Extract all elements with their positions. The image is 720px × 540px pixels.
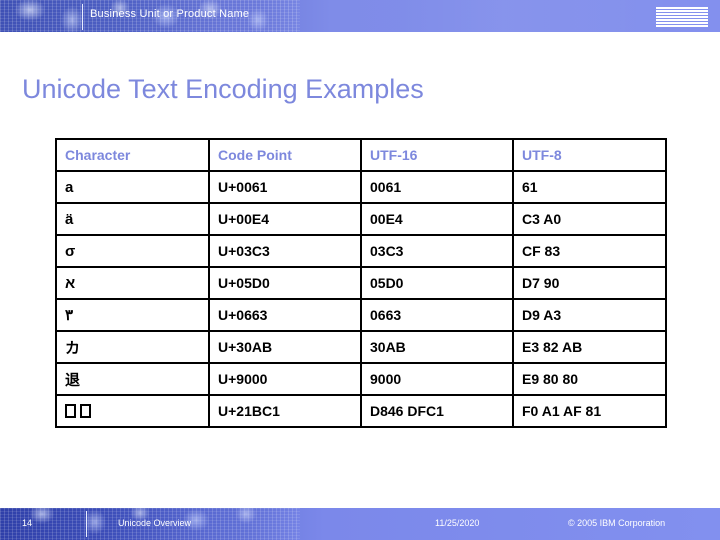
cell-character: a bbox=[55, 170, 210, 204]
cell-utf16: 03C3 bbox=[360, 234, 514, 268]
cell-code-point: U+00E4 bbox=[208, 202, 362, 236]
ibm-logo-icon bbox=[656, 7, 708, 27]
cell-utf8: CF 83 bbox=[512, 234, 667, 268]
table-row: ä U+00E4 00E4 C3 A0 bbox=[55, 202, 667, 236]
table-row: א U+05D0 05D0 D7 90 bbox=[55, 266, 667, 300]
cell-character: カ bbox=[55, 330, 210, 364]
column-header-character: Character bbox=[55, 138, 210, 172]
cell-utf8: E9 80 80 bbox=[512, 362, 667, 396]
cell-character: ٣ bbox=[55, 298, 210, 332]
table-row: ٣ U+0663 0663 D9 A3 bbox=[55, 298, 667, 332]
cell-utf16: 0061 bbox=[360, 170, 514, 204]
cell-utf16: 0663 bbox=[360, 298, 514, 332]
table-row: カ U+30AB 30AB E3 82 AB bbox=[55, 330, 667, 364]
cell-utf8: D7 90 bbox=[512, 266, 667, 300]
cell-utf8: C3 A0 bbox=[512, 202, 667, 236]
cell-character-missing-glyph bbox=[55, 394, 210, 428]
table-row: 退 U+9000 9000 E9 80 80 bbox=[55, 362, 667, 396]
slide-footer: 14 Unicode Overview 11/25/2020 © 2005 IB… bbox=[0, 508, 720, 540]
page-title: Unicode Text Encoding Examples bbox=[22, 74, 424, 104]
cell-code-point: U+9000 bbox=[208, 362, 362, 396]
header-divider bbox=[82, 4, 83, 30]
footer-divider bbox=[86, 511, 87, 537]
table-header-row: Character Code Point UTF-16 UTF-8 bbox=[55, 138, 667, 172]
cell-utf16: 9000 bbox=[360, 362, 514, 396]
footer-deck-name: Unicode Overview bbox=[118, 518, 192, 528]
cell-character: א bbox=[55, 266, 210, 300]
cell-code-point: U+30AB bbox=[208, 330, 362, 364]
column-header-utf8: UTF-8 bbox=[512, 138, 667, 172]
cell-code-point: U+0663 bbox=[208, 298, 362, 332]
missing-glyph-box-icon bbox=[65, 403, 76, 418]
footer-date: 11/25/2020 bbox=[435, 518, 480, 528]
cell-utf8: D9 A3 bbox=[512, 298, 667, 332]
slide-header: Business Unit or Product Name bbox=[0, 0, 720, 32]
cell-code-point: U+0061 bbox=[208, 170, 362, 204]
footer-copyright: © 2005 IBM Corporation bbox=[568, 518, 666, 528]
cell-code-point: U+03C3 bbox=[208, 234, 362, 268]
table-row: σ U+03C3 03C3 CF 83 bbox=[55, 234, 667, 268]
unicode-encoding-table: Character Code Point UTF-16 UTF-8 a U+00… bbox=[55, 138, 667, 428]
missing-glyph-box-icon bbox=[80, 403, 91, 418]
cell-utf8: E3 82 AB bbox=[512, 330, 667, 364]
cell-character: ä bbox=[55, 202, 210, 236]
cell-utf8: F0 A1 AF 81 bbox=[512, 394, 667, 428]
cell-code-point: U+21BC1 bbox=[208, 394, 362, 428]
cell-utf8: 61 bbox=[512, 170, 667, 204]
cell-character: σ bbox=[55, 234, 210, 268]
cell-utf16: 05D0 bbox=[360, 266, 514, 300]
column-header-code-point: Code Point bbox=[208, 138, 362, 172]
footer-page-number: 14 bbox=[22, 518, 33, 528]
cell-utf16: D846 DFC1 bbox=[360, 394, 514, 428]
table-row: a U+0061 0061 61 bbox=[55, 170, 667, 204]
column-header-utf16: UTF-16 bbox=[360, 138, 514, 172]
business-unit-title: Business Unit or Product Name bbox=[90, 8, 250, 20]
table-row: U+21BC1 D846 DFC1 F0 A1 AF 81 bbox=[55, 394, 667, 428]
cell-code-point: U+05D0 bbox=[208, 266, 362, 300]
cell-utf16: 30AB bbox=[360, 330, 514, 364]
cell-character: 退 bbox=[55, 362, 210, 396]
cell-utf16: 00E4 bbox=[360, 202, 514, 236]
